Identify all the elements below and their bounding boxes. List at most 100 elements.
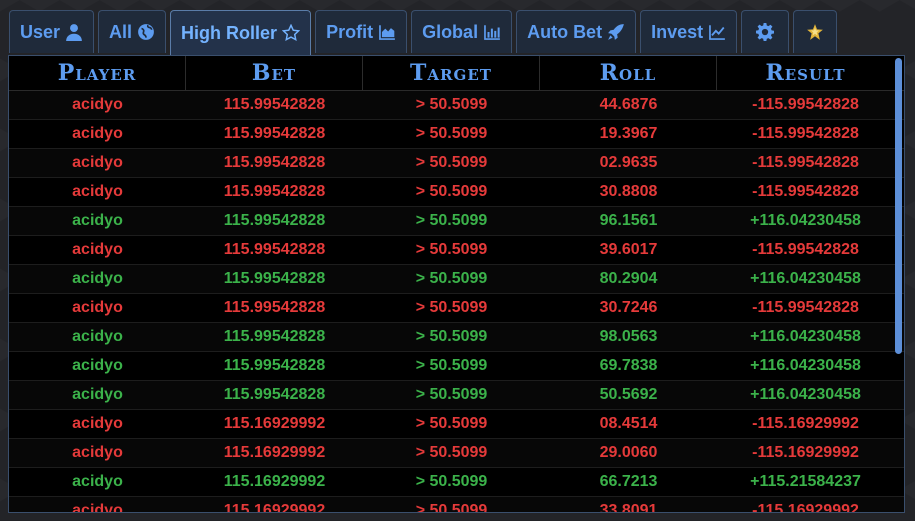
cell-result: -115.99542828 <box>752 183 859 200</box>
tab-auto-bet[interactable]: Auto Bet <box>516 10 637 53</box>
cell-roll: 08.4514 <box>599 415 658 432</box>
cell-bet: 115.99542828 <box>223 125 326 142</box>
cell-target: > 50.5099 <box>415 357 488 374</box>
cell-bet: 115.16929992 <box>223 444 326 461</box>
cell-target: > 50.5099 <box>415 328 488 345</box>
cell-roll: 80.2904 <box>599 270 658 287</box>
cell-roll: 02.9635 <box>599 154 658 171</box>
cell-player[interactable]: acidyo <box>9 497 186 512</box>
tab-all[interactable]: All <box>98 10 167 53</box>
table-row[interactable]: acidyo 115.99542828 > 50.5099 39.6017 -115.9… <box>9 236 904 265</box>
table-row[interactable]: acidyo 115.99542828 > 50.5099 80.2904 +116.0… <box>9 265 904 294</box>
cell-player[interactable]: acidyo <box>9 439 186 467</box>
cell-player[interactable]: acidyo <box>9 207 186 235</box>
cell-player[interactable]: acidyo <box>9 323 186 351</box>
cell-roll: 96.1561 <box>599 212 658 229</box>
cell-bet: 115.99542828 <box>223 357 326 374</box>
tab-settings[interactable] <box>741 10 790 53</box>
cell-bet: 115.99542828 <box>223 154 326 171</box>
cell-player[interactable]: acidyo <box>9 120 186 148</box>
cell-player[interactable]: acidyo <box>9 381 186 409</box>
col-header-roll[interactable]: Roll <box>540 56 717 90</box>
scrollbar[interactable] <box>895 58 902 354</box>
cell-player[interactable]: acidyo <box>9 468 186 496</box>
col-header-result[interactable]: Result <box>717 56 894 90</box>
cell-player[interactable]: acidyo <box>9 178 186 206</box>
cell-player[interactable]: acidyo <box>9 149 186 177</box>
cell-target: > 50.5099 <box>415 473 488 490</box>
cell-target: > 50.5099 <box>415 415 488 432</box>
cell-target: > 50.5099 <box>415 125 488 142</box>
table-row[interactable]: acidyo 115.99542828 > 50.5099 50.5692 +116.0… <box>9 381 904 410</box>
cell-result: +115.21584237 <box>750 473 861 490</box>
table-row[interactable]: acidyo 115.99542828 > 50.5099 96.1561 +116.0… <box>9 207 904 236</box>
cell-result: +116.04230458 <box>750 357 861 374</box>
cell-roll: 44.6876 <box>599 96 658 113</box>
cell-player[interactable]: acidyo <box>9 410 186 438</box>
cell-roll: 19.3967 <box>599 125 658 142</box>
table-row[interactable]: acidyo 115.99542828 > 50.5099 30.8808 -115.9… <box>9 178 904 207</box>
tab-profit[interactable]: Profit <box>315 10 408 53</box>
tab-label: Global <box>422 21 479 42</box>
cell-result: +116.04230458 <box>750 270 861 287</box>
tab-global[interactable]: Global <box>411 10 513 53</box>
cell-target: > 50.5099 <box>415 270 488 287</box>
table-row[interactable]: acidyo 115.99542828 > 50.5099 44.6876 -115.9… <box>9 91 904 120</box>
cell-target: > 50.5099 <box>415 154 488 171</box>
globe-icon <box>138 24 154 40</box>
gear-icon <box>756 23 775 41</box>
line-chart-icon <box>709 25 725 40</box>
tab-high-roller[interactable]: High Roller <box>170 10 312 55</box>
rocket-icon <box>608 24 624 40</box>
cell-target: > 50.5099 <box>415 386 488 403</box>
tab-label: User <box>20 21 61 42</box>
cell-player[interactable]: acidyo <box>9 236 186 264</box>
cell-result: +116.04230458 <box>750 386 861 403</box>
table-body: acidyo 115.99542828 > 50.5099 44.6876 -115.9… <box>9 91 904 513</box>
table-row[interactable]: acidyo 115.99542828 > 50.5099 19.3967 -115.9… <box>9 120 904 149</box>
cell-roll: 66.7213 <box>599 473 658 490</box>
cell-target: > 50.5099 <box>415 96 488 113</box>
cell-target: > 50.5099 <box>415 212 488 229</box>
cell-roll: 33.8091 <box>599 502 658 513</box>
col-header-bet[interactable]: Bet <box>186 56 363 90</box>
table-row[interactable]: acidyo 115.99542828 > 50.5099 98.0563 +116.0… <box>9 323 904 352</box>
col-header-target[interactable]: Target <box>363 56 540 90</box>
cell-bet: 115.99542828 <box>223 212 326 229</box>
cell-result: -115.99542828 <box>752 125 859 142</box>
cell-player[interactable]: acidyo <box>9 294 186 322</box>
cell-result: +116.04230458 <box>750 328 861 345</box>
tab-label: Invest <box>651 21 704 42</box>
tab-favorites[interactable] <box>793 10 838 53</box>
cell-result: -115.16929992 <box>752 502 859 513</box>
table-row[interactable]: acidyo 115.99542828 > 50.5099 69.7838 +116.0… <box>9 352 904 381</box>
cell-target: > 50.5099 <box>415 444 488 461</box>
cell-bet: 115.16929992 <box>223 502 326 513</box>
cell-player[interactable]: acidyo <box>9 91 186 119</box>
table-row[interactable]: acidyo 115.16929992 > 50.5099 66.7213 +115.2… <box>9 468 904 497</box>
tab-user[interactable]: User <box>9 10 95 53</box>
col-header-player[interactable]: Player <box>9 56 186 90</box>
table-row[interactable]: acidyo 115.16929992 > 50.5099 29.0060 -115.1… <box>9 439 904 468</box>
table-row[interactable]: acidyo 115.99542828 > 50.5099 30.7246 -115.9… <box>9 294 904 323</box>
bar-chart-icon <box>484 25 500 40</box>
cell-bet: 115.99542828 <box>223 96 326 113</box>
cell-roll: 69.7838 <box>599 357 658 374</box>
table-row[interactable]: acidyo 115.16929992 > 50.5099 33.8091 -115.1… <box>9 497 904 513</box>
cell-player[interactable]: acidyo <box>9 352 186 380</box>
cell-bet: 115.99542828 <box>223 328 326 345</box>
cell-result: -115.99542828 <box>752 299 859 316</box>
cell-target: > 50.5099 <box>415 183 488 200</box>
table-row[interactable]: acidyo 115.99542828 > 50.5099 02.9635 -115.9… <box>9 149 904 178</box>
table-row[interactable]: acidyo 115.16929992 > 50.5099 08.4514 -115.1… <box>9 410 904 439</box>
cell-result: -115.99542828 <box>752 96 859 113</box>
cell-roll: 30.7246 <box>599 299 658 316</box>
cell-player[interactable]: acidyo <box>9 265 186 293</box>
cell-roll: 50.5692 <box>599 386 658 403</box>
cell-target: > 50.5099 <box>415 502 488 513</box>
tab-bar: User All High Roller Profit Global Auto … <box>9 10 838 55</box>
table-header: Player Bet Target Roll Result <box>9 56 904 91</box>
tab-label: High Roller <box>181 22 278 43</box>
tab-invest[interactable]: Invest <box>640 10 738 53</box>
bets-table: Player Bet Target Roll Result acidyo 115.… <box>8 55 905 513</box>
